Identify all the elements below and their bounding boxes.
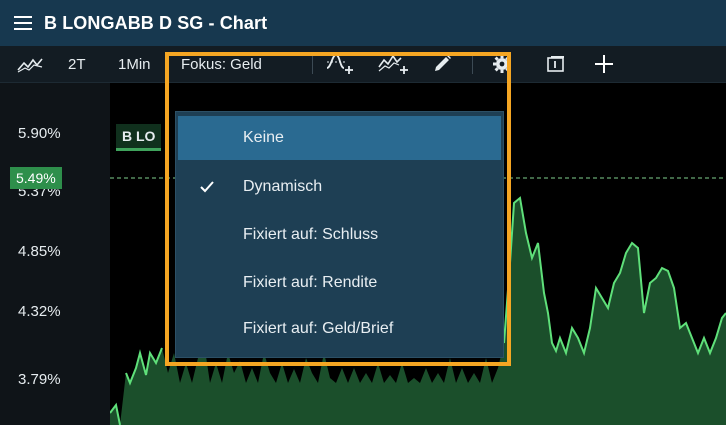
hamburger-menu-icon[interactable]	[14, 16, 32, 30]
add-instrument-icon[interactable]	[376, 46, 410, 82]
series-legend[interactable]: B LO	[116, 124, 162, 151]
focus-option-fixiert-geld-brief[interactable]: Fixiert auf: Geld/Brief	[178, 307, 501, 351]
chart-toolbar: 2T 1Min Fokus: Geld	[0, 46, 726, 83]
focus-option-fixiert-rendite[interactable]: Fixiert auf: Rendite	[178, 261, 501, 305]
focus-option-label: Keine	[243, 129, 284, 146]
add-study-icon[interactable]	[324, 46, 356, 82]
y-axis-tick: 3.79%	[18, 371, 61, 388]
focus-option-label: Fixiert auf: Schluss	[243, 226, 379, 243]
window-panel-icon[interactable]	[544, 46, 568, 82]
focus-option-label: Fixiert auf: Geld/Brief	[243, 320, 394, 337]
y-axis-tick: 5.90%	[18, 125, 61, 142]
crosshair-icon[interactable]	[592, 46, 616, 82]
toolbar-separator	[472, 54, 473, 74]
interval-button[interactable]: 1Min	[118, 46, 151, 82]
title-bar: B LONGABB D SG - Chart	[0, 0, 726, 46]
chart-type-line-icon[interactable]	[16, 46, 44, 82]
period-button[interactable]: 2T	[68, 46, 86, 82]
y-axis: 5.90% 5.37% 4.85% 4.32% 3.79%	[0, 83, 110, 425]
settings-gear-icon[interactable]	[490, 46, 514, 82]
y-axis-tick: 4.32%	[18, 303, 61, 320]
toolbar-separator	[312, 54, 313, 74]
focus-option-keine[interactable]: Keine	[178, 116, 501, 160]
focus-option-label: Dynamisch	[243, 178, 323, 195]
checkmark-icon	[200, 165, 216, 209]
y-axis-tick: 4.85%	[18, 243, 61, 260]
focus-option-dynamisch[interactable]: Dynamisch	[178, 165, 501, 209]
focus-option-label: Fixiert auf: Rendite	[243, 274, 378, 291]
draw-pencil-icon[interactable]	[428, 46, 456, 82]
focus-dropdown-menu: Keine Dynamisch Fixiert auf: Schluss Fix…	[175, 111, 504, 358]
focus-option-fixiert-schluss[interactable]: Fixiert auf: Schluss	[178, 213, 501, 257]
window-title: B LONGABB D SG - Chart	[44, 12, 268, 33]
focus-button[interactable]: Fokus: Geld	[181, 46, 262, 82]
current-price-marker: 5.49%	[10, 167, 62, 189]
